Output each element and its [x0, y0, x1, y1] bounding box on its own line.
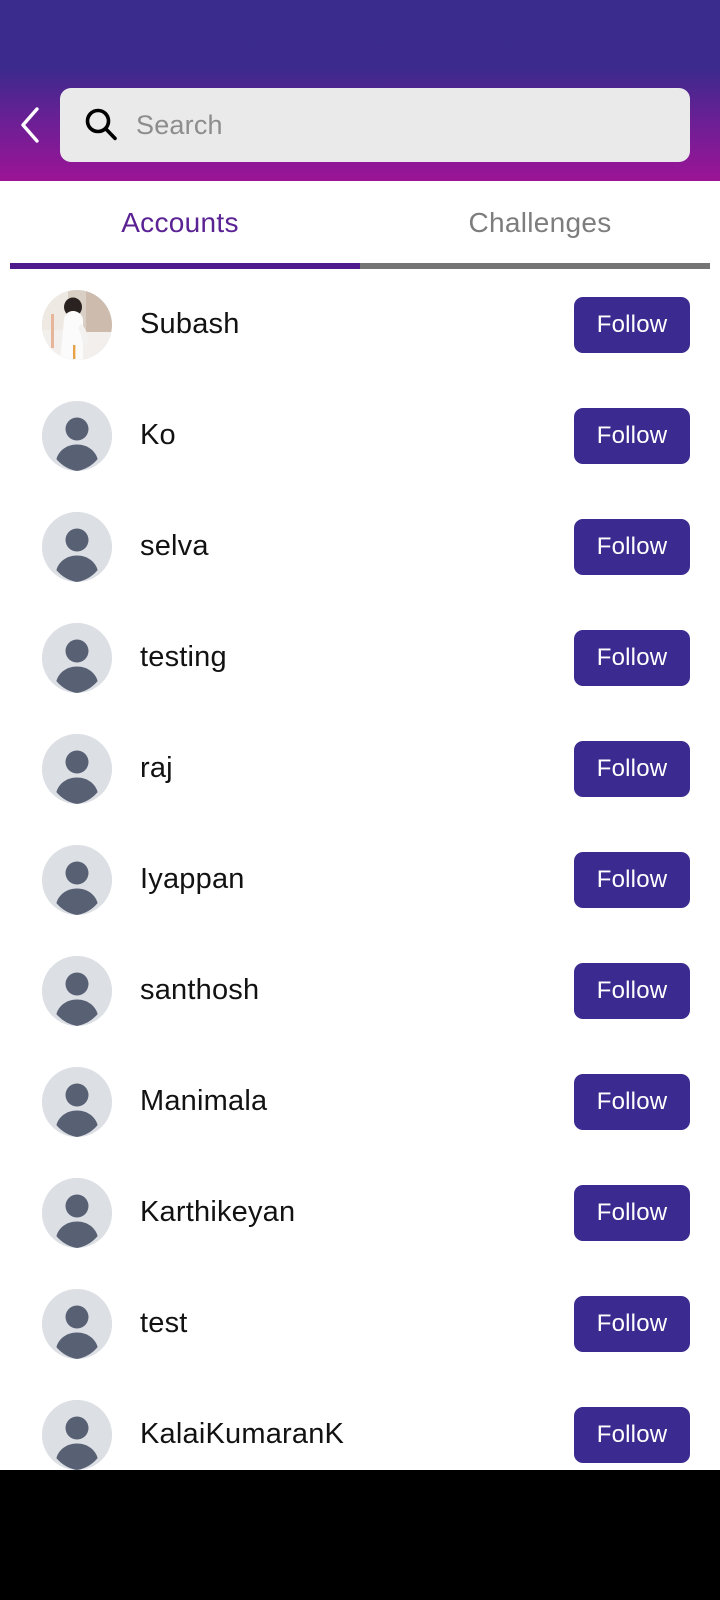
avatar[interactable]: [42, 1399, 112, 1470]
account-row[interactable]: Ko Follow: [0, 380, 720, 491]
person-placeholder-icon: [42, 733, 112, 804]
account-username: Ko: [140, 419, 176, 451]
person-placeholder-icon: [42, 955, 112, 1026]
back-button[interactable]: [0, 88, 60, 162]
account-username: KalaiKumaranK: [140, 1418, 345, 1450]
follow-button[interactable]: Follow: [574, 740, 690, 797]
search-icon: [85, 108, 117, 141]
account-row[interactable]: Subash Follow: [0, 269, 720, 380]
accounts-list[interactable]: Subash Follow Ko Follow selva Follow testin…: [0, 269, 720, 1490]
tab-challenges[interactable]: Challenges: [360, 181, 720, 269]
follow-button[interactable]: Follow: [574, 1295, 690, 1352]
account-username: selva: [140, 530, 209, 562]
account-username: Iyappan: [140, 863, 245, 895]
account-username: Subash: [140, 308, 240, 340]
account-row[interactable]: selva Follow: [0, 491, 720, 602]
account-row[interactable]: testing Follow: [0, 602, 720, 713]
search-input[interactable]: [136, 105, 690, 145]
account-username: santhosh: [140, 974, 260, 1006]
avatar[interactable]: [42, 400, 112, 471]
account-username: test: [140, 1307, 188, 1339]
account-row[interactable]: santhosh Follow: [0, 935, 720, 1046]
follow-button[interactable]: Follow: [574, 407, 690, 464]
chevron-left-icon: [21, 107, 39, 143]
header-bar: [0, 0, 720, 181]
person-placeholder-icon: [42, 511, 112, 582]
account-row[interactable]: test Follow: [0, 1268, 720, 1379]
account-row[interactable]: raj Follow: [0, 713, 720, 824]
account-username: raj: [140, 752, 173, 784]
tab-accounts[interactable]: Accounts: [0, 181, 360, 269]
search-field[interactable]: [60, 88, 690, 162]
person-placeholder-icon: [42, 1066, 112, 1137]
avatar[interactable]: [42, 733, 112, 804]
account-username: Karthikeyan: [140, 1196, 296, 1228]
profile-photo: [42, 289, 112, 360]
account-username: testing: [140, 641, 227, 673]
follow-button[interactable]: Follow: [574, 851, 690, 908]
account-row[interactable]: Iyappan Follow: [0, 824, 720, 935]
avatar[interactable]: [42, 1288, 112, 1359]
avatar[interactable]: [42, 289, 112, 360]
person-placeholder-icon: [42, 1399, 112, 1470]
follow-button[interactable]: Follow: [574, 518, 690, 575]
follow-button[interactable]: Follow: [574, 296, 690, 353]
follow-button[interactable]: Follow: [574, 962, 690, 1019]
person-placeholder-icon: [42, 1288, 112, 1359]
account-row[interactable]: Karthikeyan Follow: [0, 1157, 720, 1268]
account-row[interactable]: Manimala Follow: [0, 1046, 720, 1157]
person-placeholder-icon: [42, 844, 112, 915]
follow-button[interactable]: Follow: [574, 1406, 690, 1463]
follow-button[interactable]: Follow: [574, 1184, 690, 1241]
person-placeholder-icon: [42, 1177, 112, 1248]
avatar[interactable]: [42, 622, 112, 693]
person-placeholder-icon: [42, 400, 112, 471]
avatar[interactable]: [42, 1066, 112, 1137]
avatar[interactable]: [42, 511, 112, 582]
system-navigation-bar: [0, 1470, 720, 1600]
follow-button[interactable]: Follow: [574, 1073, 690, 1130]
account-username: Manimala: [140, 1085, 268, 1117]
person-placeholder-icon: [42, 622, 112, 693]
avatar[interactable]: [42, 955, 112, 1026]
tab-bar: Accounts Challenges: [0, 181, 720, 269]
follow-button[interactable]: Follow: [574, 629, 690, 686]
avatar[interactable]: [42, 1177, 112, 1248]
app-screen: Accounts Challenges Subash Follow: [0, 0, 720, 1600]
avatar[interactable]: [42, 844, 112, 915]
